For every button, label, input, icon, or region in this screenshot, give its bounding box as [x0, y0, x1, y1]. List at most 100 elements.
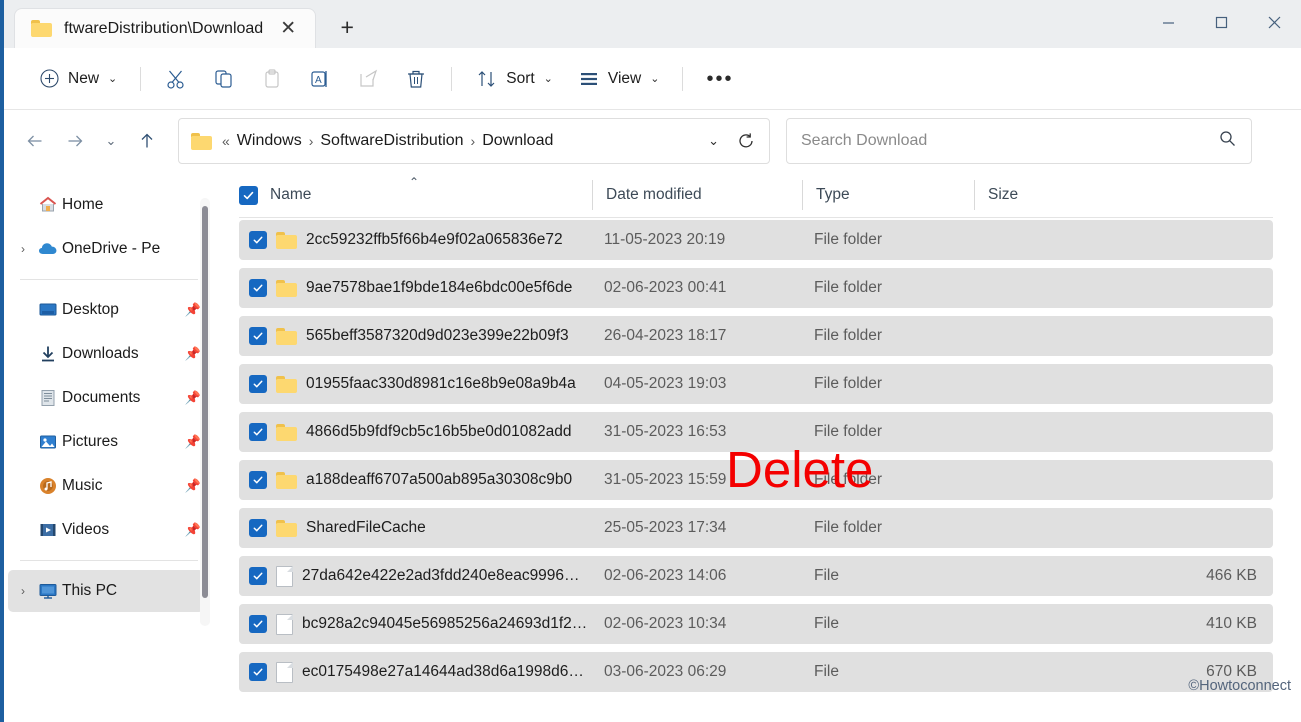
rename-button[interactable]: A — [297, 59, 343, 99]
row-checkbox[interactable] — [249, 231, 267, 249]
breadcrumb-item-windows[interactable]: Windows — [237, 132, 302, 150]
table-row[interactable]: ec0175498e27a14644ad38d6a1998d6… 03-06-2… — [239, 652, 1273, 692]
sidebar-item-label: OneDrive - Pe — [62, 240, 161, 257]
sidebar-item-pictures[interactable]: Pictures 📌 — [8, 421, 204, 463]
tab-download[interactable]: ftwareDistribution\Download ✕ — [14, 8, 317, 48]
table-row[interactable]: bc928a2c94045e56985256a24693d1f2… 02-06-… — [239, 604, 1273, 644]
cut-button[interactable] — [153, 59, 199, 99]
column-header-type[interactable]: Type — [802, 172, 974, 218]
more-options-button[interactable]: ••• — [695, 59, 744, 99]
row-checkbox[interactable] — [249, 327, 267, 345]
sidebar-scrollbar[interactable] — [200, 198, 210, 626]
table-row[interactable]: 565beff3587320d9d023e399e22b09f3 26-04-2… — [239, 316, 1273, 356]
row-name-cell: 4866d5b9fdf9cb5c16b5be0d01082add — [276, 423, 600, 441]
sidebar-item-label: Videos — [62, 521, 110, 538]
table-row[interactable]: 4866d5b9fdf9cb5c16b5be0d01082add 31-05-2… — [239, 412, 1273, 452]
close-tab-icon[interactable]: ✕ — [275, 16, 301, 42]
copy-button[interactable] — [201, 59, 247, 99]
forward-button[interactable] — [56, 122, 94, 160]
row-checkbox[interactable] — [249, 567, 267, 585]
row-checkbox[interactable] — [249, 423, 267, 441]
address-dropdown-icon[interactable]: ⌄ — [700, 133, 727, 149]
row-name-label: bc928a2c94045e56985256a24693d1f2… — [302, 615, 588, 632]
address-bar[interactable]: « Windows › SoftwareDistribution › Downl… — [178, 118, 770, 164]
row-type-cell: File — [814, 663, 839, 680]
row-type-cell: File folder — [814, 279, 883, 296]
toolbar-divider-3 — [682, 66, 684, 91]
row-checkbox[interactable] — [249, 519, 267, 537]
row-name-cell: 565beff3587320d9d023e399e22b09f3 — [276, 327, 600, 345]
row-checkbox[interactable] — [249, 279, 267, 297]
sidebar-item-home[interactable]: Home — [8, 184, 204, 226]
minimize-button[interactable] — [1142, 0, 1195, 44]
up-button[interactable] — [128, 122, 166, 160]
table-row[interactable]: 01955faac330d8981c16e8b9e08a9b4a 04-05-2… — [239, 364, 1273, 404]
refresh-icon[interactable] — [737, 132, 759, 150]
row-checkbox[interactable] — [249, 615, 267, 633]
row-checkbox[interactable] — [249, 471, 267, 489]
search-box[interactable] — [786, 118, 1252, 164]
sidebar-divider — [20, 279, 198, 280]
expander-icon[interactable]: › — [12, 584, 34, 598]
row-name-label: 4866d5b9fdf9cb5c16b5be0d01082add — [306, 423, 572, 440]
sidebar-scrollbar-thumb[interactable] — [202, 206, 208, 598]
sidebar-item-downloads[interactable]: Downloads 📌 — [8, 333, 204, 375]
share-button[interactable] — [345, 59, 391, 99]
search-icon[interactable] — [1218, 129, 1237, 153]
new-tab-button[interactable]: + — [330, 10, 364, 44]
table-row[interactable]: 2cc59232ffb5f66b4e9f02a065836e72 11-05-2… — [239, 220, 1273, 260]
sidebar-item-music[interactable]: Music 📌 — [8, 465, 204, 507]
close-button[interactable] — [1248, 0, 1301, 44]
delete-button[interactable] — [393, 59, 439, 99]
sidebar-item-videos[interactable]: Videos 📌 — [8, 509, 204, 551]
back-button[interactable] — [16, 122, 54, 160]
sidebar-item-label: Downloads — [62, 345, 139, 362]
sidebar-item-documents[interactable]: Documents 📌 — [8, 377, 204, 419]
breadcrumb-separator: › — [308, 133, 314, 149]
view-button[interactable]: View ⌄ — [566, 59, 671, 99]
table-row[interactable]: a188deaff6707a500ab895a30308c9b0 31-05-2… — [239, 460, 1273, 500]
sidebar-item-label: Desktop — [62, 301, 119, 318]
table-row[interactable]: SharedFileCache 25-05-2023 17:34 File fo… — [239, 508, 1273, 548]
row-checkbox[interactable] — [249, 375, 267, 393]
row-name-cell: a188deaff6707a500ab895a30308c9b0 — [276, 471, 600, 489]
breadcrumb-item-softwaredistribution[interactable]: SoftwareDistribution — [320, 132, 463, 150]
paste-button[interactable] — [249, 59, 295, 99]
row-type-cell: File folder — [814, 375, 883, 392]
plus-circle-icon — [37, 67, 61, 91]
sidebar-item-onedrive[interactable]: › OneDrive - Pe — [8, 228, 204, 270]
new-button-label: New — [68, 69, 100, 87]
sidebar-item-desktop[interactable]: Desktop 📌 — [8, 289, 204, 331]
breadcrumb-item-download[interactable]: Download — [482, 132, 553, 150]
expander-icon[interactable]: › — [12, 242, 34, 256]
ellipsis-icon: ••• — [706, 67, 734, 90]
row-type-cell: File folder — [814, 231, 883, 248]
folder-icon — [276, 279, 297, 297]
chevron-down-icon: ⌄ — [543, 73, 553, 85]
row-checkbox[interactable] — [249, 663, 267, 681]
file-icon — [276, 565, 293, 587]
new-button[interactable]: New ⌄ — [26, 59, 128, 99]
onedrive-icon — [34, 239, 62, 259]
column-header-date-modified[interactable]: Date modified — [592, 172, 802, 218]
sidebar-item-this-pc[interactable]: › This PC — [8, 570, 204, 612]
row-type-cell: File folder — [814, 327, 883, 344]
table-row[interactable]: 27da642e422e2ad3fdd240e8eac9996… 02-06-2… — [239, 556, 1273, 596]
navigation-pane: Home › OneDrive - Pe Desktop 📌 Downloads… — [4, 172, 212, 702]
sort-button[interactable]: Sort ⌄ — [464, 59, 564, 99]
navigation-bar: ⌄ « Windows › SoftwareDistribution › Dow… — [4, 110, 1301, 172]
column-header-size[interactable]: Size — [974, 172, 1092, 218]
folder-icon — [191, 132, 212, 150]
desktop-icon — [34, 300, 62, 320]
folder-icon — [276, 231, 297, 249]
select-all-checkbox[interactable] — [239, 185, 258, 205]
table-row[interactable]: 9ae7578bae1f9bde184e6bdc00e5f6de 02-06-2… — [239, 268, 1273, 308]
column-header-name[interactable]: Name ⌃ — [212, 172, 592, 218]
breadcrumb-overflow[interactable]: « — [222, 133, 230, 149]
maximize-button[interactable] — [1195, 0, 1248, 44]
command-bar: New ⌄ A Sort ⌄ View ⌄ ••• — [4, 48, 1301, 110]
sidebar-divider-2 — [20, 560, 198, 561]
recent-locations-button[interactable]: ⌄ — [96, 122, 126, 160]
rename-icon: A — [308, 67, 332, 91]
search-input[interactable] — [801, 132, 1218, 150]
